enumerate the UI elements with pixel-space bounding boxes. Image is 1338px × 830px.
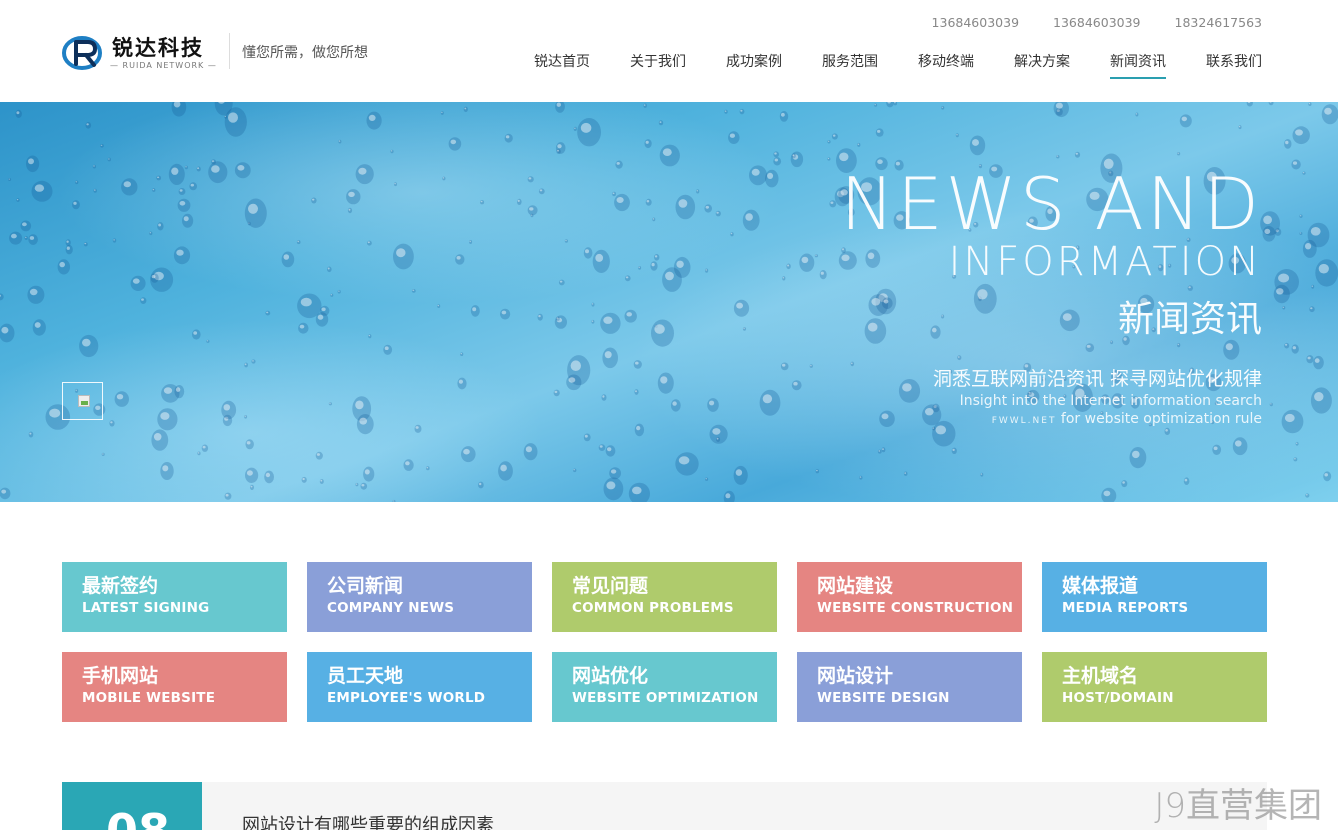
nav-item[interactable]: 锐达首页 bbox=[534, 51, 590, 79]
banner-tagline-en-2: FWWL.NET for website optimization rule bbox=[992, 412, 1262, 426]
category-title-en: MEDIA REPORTS bbox=[1062, 599, 1189, 616]
category-title-en: WEBSITE DESIGN bbox=[817, 689, 950, 706]
nav-item[interactable]: 服务范围 bbox=[822, 51, 878, 79]
category-tile[interactable]: 常见问题 COMMON PROBLEMS bbox=[552, 562, 777, 632]
banner-domain: FWWL.NET bbox=[991, 416, 1057, 426]
category-title-cn: 常见问题 bbox=[572, 575, 649, 597]
category-tile[interactable]: 员工天地 EMPLOYEE'S WORLD bbox=[307, 652, 532, 722]
category-title-cn: 主机域名 bbox=[1062, 665, 1139, 687]
category-tile[interactable]: 网站设计 WEBSITE DESIGN bbox=[797, 652, 1022, 722]
category-title-cn: 公司新闻 bbox=[327, 575, 404, 597]
category-grid: 最新签约 LATEST SIGNING 公司新闻 COMPANY NEWS 常见问题 CO… bbox=[62, 562, 1267, 722]
news-title[interactable]: 网站设计有哪些重要的组成因素 bbox=[242, 811, 494, 830]
category-title-en: COMMON PROBLEMS bbox=[572, 599, 734, 616]
category-title-cn: 媒体报道 bbox=[1062, 575, 1139, 597]
nav-item[interactable]: 联系我们 bbox=[1206, 51, 1262, 79]
category-tile[interactable]: 手机网站 MOBILE WEBSITE bbox=[62, 652, 287, 722]
category-tile[interactable]: 公司新闻 COMPANY NEWS bbox=[307, 562, 532, 632]
category-title-cn: 员工天地 bbox=[327, 665, 404, 687]
watermark: J9直营集团 bbox=[1154, 786, 1322, 826]
category-tile[interactable]: 最新签约 LATEST SIGNING bbox=[62, 562, 287, 632]
category-title-en: MOBILE WEBSITE bbox=[82, 689, 216, 706]
phone-number: 13684603039 bbox=[1053, 15, 1141, 30]
site-header: 锐达科技 — RUIDA NETWORK — 懂您所需，做您所想 1368460… bbox=[0, 0, 1338, 102]
logo[interactable]: 锐达科技 — RUIDA NETWORK — bbox=[62, 30, 222, 74]
category-title-cn: 网站建设 bbox=[817, 575, 894, 597]
news-item[interactable]: 08 网站设计有哪些重要的组成因素 bbox=[62, 782, 1267, 830]
news-day: 08 bbox=[106, 808, 170, 830]
banner-tagline-rest: for website optimization rule bbox=[1056, 411, 1262, 427]
category-title-en: WEBSITE OPTIMIZATION bbox=[572, 689, 759, 706]
category-title-en: LATEST SIGNING bbox=[82, 599, 210, 616]
banner-title-en-1: NEWS AND bbox=[840, 162, 1262, 246]
banner-tagline-cn: 洞悉互联网前沿资讯 探寻网站优化规律 bbox=[932, 368, 1262, 390]
banner-title-en-2: INFORMATION bbox=[948, 239, 1262, 285]
category-title-cn: 最新签约 bbox=[82, 575, 159, 597]
category-tile[interactable]: 网站优化 WEBSITE OPTIMIZATION bbox=[552, 652, 777, 722]
category-tile[interactable]: 媒体报道 MEDIA REPORTS bbox=[1042, 562, 1267, 632]
category-tile[interactable]: 主机域名 HOST/DOMAIN bbox=[1042, 652, 1267, 722]
header-divider bbox=[229, 33, 230, 69]
logo-name: 锐达科技 bbox=[112, 36, 204, 60]
category-title-cn: 网站优化 bbox=[572, 665, 649, 687]
category-title-cn: 网站设计 bbox=[817, 665, 894, 687]
category-tile[interactable]: 网站建设 WEBSITE CONSTRUCTION bbox=[797, 562, 1022, 632]
category-title-en: HOST/DOMAIN bbox=[1062, 689, 1174, 706]
nav-item[interactable]: 解决方案 bbox=[1014, 51, 1070, 79]
nav-item[interactable]: 新闻资讯 bbox=[1110, 51, 1166, 79]
news-date-box: 08 bbox=[62, 782, 202, 830]
category-title-en: EMPLOYEE'S WORLD bbox=[327, 689, 486, 706]
broken-image-icon[interactable] bbox=[62, 382, 103, 420]
slogan: 懂您所需，做您所想 bbox=[242, 45, 368, 61]
category-title-cn: 手机网站 bbox=[82, 665, 159, 687]
phone-number: 18324617563 bbox=[1174, 15, 1262, 30]
nav-item[interactable]: 关于我们 bbox=[630, 51, 686, 79]
nav-item[interactable]: 移动终端 bbox=[918, 51, 974, 79]
news-banner: NEWS AND INFORMATION 新闻资讯 洞悉互联网前沿资讯 探寻网站… bbox=[0, 102, 1338, 502]
phone-number: 13684603039 bbox=[931, 15, 1020, 30]
banner-tagline-en-1: Insight into the Internet information se… bbox=[959, 393, 1262, 409]
logo-r-icon bbox=[62, 36, 102, 70]
main-nav: 锐达首页 关于我们 成功案例 服务范围 移动终端 解决方案 新闻资讯 联系我们 bbox=[534, 51, 1262, 79]
nav-item[interactable]: 成功案例 bbox=[726, 51, 782, 79]
category-title-en: COMPANY NEWS bbox=[327, 599, 455, 616]
logo-subtitle: — RUIDA NETWORK — bbox=[110, 61, 217, 70]
category-title-en: WEBSITE CONSTRUCTION bbox=[817, 599, 1014, 616]
phone-list: 13684603039 13684603039 18324617563 bbox=[932, 15, 1262, 30]
banner-title-cn: 新闻资讯 bbox=[1117, 299, 1262, 340]
